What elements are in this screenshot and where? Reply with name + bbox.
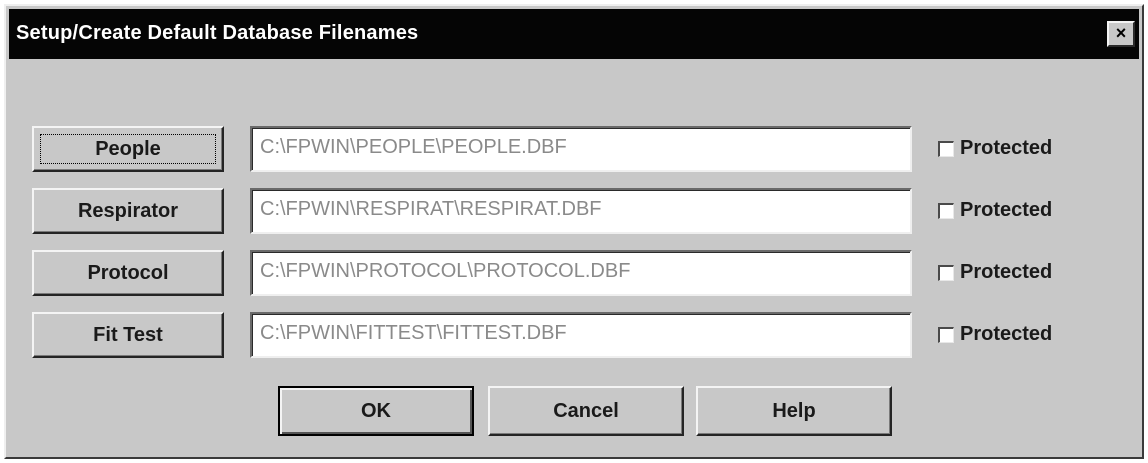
checkbox-icon[interactable] (938, 202, 954, 219)
fit-test-button-label: Fit Test (93, 323, 163, 346)
protocol-protected-checkbox[interactable]: Protected (938, 261, 1052, 284)
cancel-button[interactable]: Cancel (488, 386, 684, 436)
protocol-path-field[interactable]: C:\FPWIN\PROTOCOL\PROTOCOL.DBF (250, 250, 912, 296)
cancel-button-label: Cancel (553, 399, 619, 422)
respirator-button-label: Respirator (77, 199, 179, 222)
help-button[interactable]: Help (696, 386, 892, 436)
help-button-label: Help (772, 399, 816, 422)
people-protected-label: Protected (960, 137, 1053, 159)
close-button[interactable]: × (1107, 21, 1135, 47)
protocol-button[interactable]: Protocol (32, 250, 224, 296)
people-button-label: People (95, 137, 161, 160)
fit-test-protected-checkbox[interactable]: Protected (938, 323, 1052, 346)
protocol-button-label: Protocol (87, 261, 169, 284)
fit-test-protected-label: Protected (960, 323, 1053, 345)
dialog-window: Setup/Create Default Database Filenames … (4, 4, 1144, 459)
people-protected-checkbox[interactable]: Protected (938, 137, 1052, 160)
checkbox-icon[interactable] (938, 326, 954, 343)
title-bar: Setup/Create Default Database Filenames … (9, 9, 1139, 59)
close-icon: × (1115, 23, 1127, 43)
fit-test-button[interactable]: Fit Test (32, 312, 224, 358)
respirator-protected-checkbox[interactable]: Protected (938, 199, 1052, 222)
checkbox-icon[interactable] (938, 140, 954, 157)
checkbox-icon[interactable] (938, 264, 954, 281)
people-button[interactable]: People (32, 126, 224, 172)
respirator-path-field[interactable]: C:\FPWIN\RESPIRAT\RESPIRAT.DBF (250, 188, 912, 234)
people-path-field[interactable]: C:\FPWIN\PEOPLE\PEOPLE.DBF (250, 126, 912, 172)
fit-test-path-field[interactable]: C:\FPWIN\FITTEST\FITTEST.DBF (250, 312, 912, 358)
ok-button[interactable]: OK (278, 386, 474, 436)
ok-button-label: OK (361, 399, 391, 422)
window-title: Setup/Create Default Database Filenames (16, 22, 419, 44)
respirator-button[interactable]: Respirator (32, 188, 224, 234)
respirator-protected-label: Protected (960, 199, 1053, 221)
protocol-protected-label: Protected (960, 261, 1053, 283)
